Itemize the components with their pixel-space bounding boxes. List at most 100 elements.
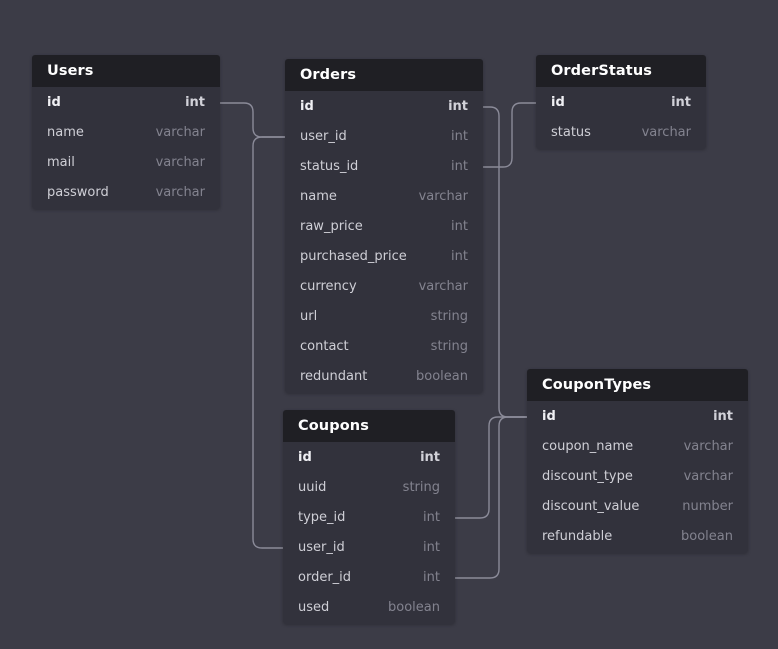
field-name: discount_type (542, 468, 633, 484)
field-type: int (451, 218, 468, 234)
edge-coupons-coupontypes-order (454, 416, 528, 579)
field-type: int (451, 158, 468, 174)
field-row[interactable]: discount_value number (527, 491, 748, 521)
field-type: varchar (683, 468, 733, 484)
field-name: redundant (300, 368, 368, 384)
field-row[interactable]: url string (285, 301, 483, 331)
field-type: boolean (388, 599, 440, 615)
field-row[interactable]: status varchar (536, 117, 706, 147)
field-type: varchar (155, 124, 205, 140)
field-type: varchar (418, 188, 468, 204)
table-title-orders: Orders (285, 59, 483, 91)
field-row[interactable]: used boolean (283, 592, 455, 622)
field-row[interactable]: id int (285, 91, 483, 121)
field-row[interactable]: mail varchar (32, 147, 220, 177)
field-name: coupon_name (542, 438, 634, 454)
field-type: boolean (681, 528, 733, 544)
field-type: string (402, 479, 440, 495)
field-name: type_id (298, 509, 346, 525)
field-name: purchased_price (300, 248, 407, 264)
field-name: user_id (300, 128, 347, 144)
field-name: name (300, 188, 337, 204)
field-name: user_id (298, 539, 345, 555)
field-row[interactable]: refundable boolean (527, 521, 748, 551)
field-type: int (451, 128, 468, 144)
field-name: id (551, 94, 565, 110)
field-type: int (423, 509, 440, 525)
field-name: id (298, 449, 312, 465)
erd-canvas: Users id int name varchar mail varchar password… (0, 0, 778, 649)
field-type: varchar (418, 278, 468, 294)
field-row[interactable]: uuid string (283, 472, 455, 502)
edge-orders-coupontypes (482, 106, 528, 418)
field-row[interactable]: id int (536, 87, 706, 117)
field-row[interactable]: password varchar (32, 177, 220, 207)
table-title-users: Users (32, 55, 220, 87)
field-row[interactable]: purchased_price int (285, 241, 483, 271)
field-type: varchar (155, 184, 205, 200)
edge-coupons-coupontypes-type (454, 416, 528, 519)
table-users[interactable]: Users id int name varchar mail varchar password… (32, 55, 220, 209)
edge-users-orders (219, 102, 286, 138)
table-fields-coupons: id int uuid string type_id int user_id int order… (283, 442, 455, 624)
field-name: currency (300, 278, 357, 294)
table-fields-users: id int name varchar mail varchar password varch… (32, 87, 220, 209)
field-name: name (47, 124, 84, 140)
field-type: int (671, 94, 691, 110)
field-row[interactable]: name varchar (285, 181, 483, 211)
edge-orderstatus-orders (482, 102, 537, 168)
field-row[interactable]: contact string (285, 331, 483, 361)
field-row[interactable]: discount_type varchar (527, 461, 748, 491)
table-title-orderstatus: OrderStatus (536, 55, 706, 87)
table-fields-orders: id int user_id int status_id int name varchar ra… (285, 91, 483, 393)
field-row[interactable]: user_id int (283, 532, 455, 562)
field-name: used (298, 599, 330, 615)
field-name: id (542, 408, 556, 424)
field-type: int (713, 408, 733, 424)
field-row[interactable]: currency varchar (285, 271, 483, 301)
field-name: status (551, 124, 591, 140)
field-row[interactable]: status_id int (285, 151, 483, 181)
field-type: int (448, 98, 468, 114)
field-row[interactable]: redundant boolean (285, 361, 483, 391)
table-orderstatus[interactable]: OrderStatus id int status varchar (536, 55, 706, 149)
table-coupontypes[interactable]: CouponTypes id int coupon_name varchar discou… (527, 369, 748, 553)
table-title-coupons: Coupons (283, 410, 455, 442)
field-row[interactable]: raw_price int (285, 211, 483, 241)
field-row[interactable]: id int (283, 442, 455, 472)
field-row[interactable]: user_id int (285, 121, 483, 151)
field-name: uuid (298, 479, 327, 495)
field-type: string (430, 308, 468, 324)
field-name: order_id (298, 569, 352, 585)
field-type: varchar (641, 124, 691, 140)
edge-orders-coupons (252, 136, 286, 549)
field-row[interactable]: type_id int (283, 502, 455, 532)
field-row[interactable]: id int (32, 87, 220, 117)
field-name: raw_price (300, 218, 363, 234)
field-type: string (430, 338, 468, 354)
field-type: int (423, 569, 440, 585)
field-type: boolean (416, 368, 468, 384)
field-type: number (682, 498, 733, 514)
field-name: url (300, 308, 318, 324)
field-type: varchar (683, 438, 733, 454)
field-row[interactable]: name varchar (32, 117, 220, 147)
field-name: status_id (300, 158, 359, 174)
field-name: discount_value (542, 498, 640, 514)
field-name: contact (300, 338, 349, 354)
table-title-coupontypes: CouponTypes (527, 369, 748, 401)
table-coupons[interactable]: Coupons id int uuid string type_id int user_id i… (283, 410, 455, 624)
field-type: int (451, 248, 468, 264)
field-type: varchar (155, 154, 205, 170)
field-name: id (47, 94, 61, 110)
table-orders[interactable]: Orders id int user_id int status_id int name var… (285, 59, 483, 393)
table-fields-coupontypes: id int coupon_name varchar discount_type varc… (527, 401, 748, 553)
field-row[interactable]: order_id int (283, 562, 455, 592)
field-name: id (300, 98, 314, 114)
field-type: int (423, 539, 440, 555)
field-row[interactable]: coupon_name varchar (527, 431, 748, 461)
field-row[interactable]: id int (527, 401, 748, 431)
table-fields-orderstatus: id int status varchar (536, 87, 706, 149)
field-name: password (47, 184, 109, 200)
field-name: refundable (542, 528, 613, 544)
